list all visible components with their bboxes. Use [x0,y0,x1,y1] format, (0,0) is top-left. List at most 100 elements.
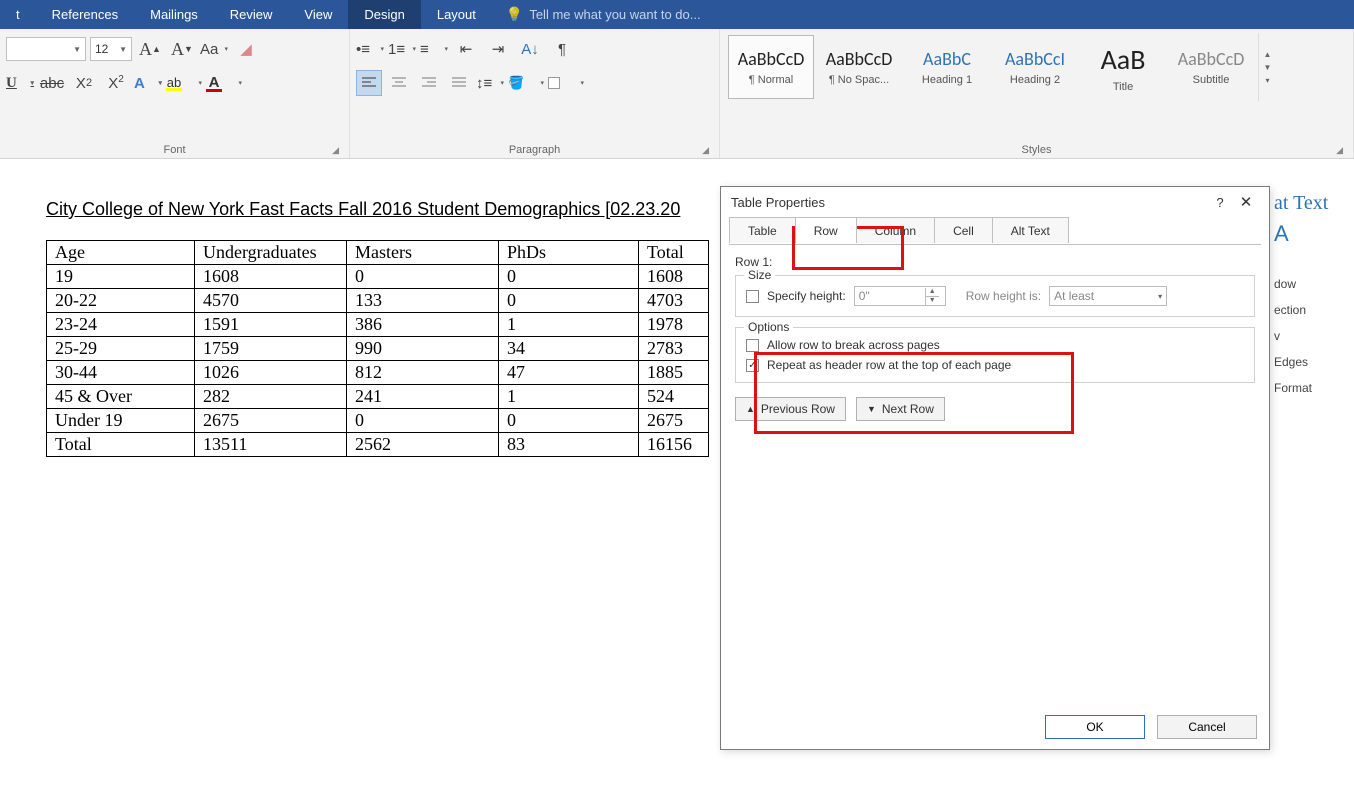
styles-gallery[interactable]: AaBbCcD¶ Normal AaBbCcD¶ No Spac... AaBb… [726,33,1256,101]
table-cell[interactable]: 0 [499,265,639,289]
table-row[interactable]: 30-441026812471885 [47,361,709,385]
pane-item[interactable]: Format [1274,375,1354,401]
increase-indent-button[interactable]: ⇥ [484,35,512,63]
cancel-button[interactable]: Cancel [1157,715,1257,739]
ribbon-tab-cut[interactable]: t [0,0,36,29]
table-cell[interactable]: 4570 [195,289,347,313]
styles-gallery-more[interactable]: ▲▼▾ [1258,33,1276,101]
strikethrough-button[interactable]: abc [38,69,66,97]
style-no-spacing[interactable]: AaBbCcD¶ No Spac... [816,35,902,99]
ok-button[interactable]: OK [1045,715,1145,739]
table-row[interactable]: 25-291759990342783 [47,337,709,361]
subscript-button[interactable]: X2 [70,69,98,97]
table-cell[interactable]: Total [47,433,195,457]
ribbon-tab-design[interactable]: Design [348,0,420,29]
pane-item[interactable]: dow [1274,271,1354,297]
tell-me-search[interactable]: 💡 Tell me what you want to do... [492,6,701,23]
dialog-tab-table[interactable]: Table [729,217,796,243]
align-left-button[interactable] [356,70,382,96]
style-normal[interactable]: AaBbCcD¶ Normal [728,35,814,99]
table-cell[interactable]: 1 [499,385,639,409]
clear-format-icon[interactable]: ◢ [232,35,260,63]
height-input[interactable]: ▲▼ [854,286,946,306]
ribbon-tab-references[interactable]: References [36,0,134,29]
decrease-indent-button[interactable]: ⇤ [452,35,480,63]
table-row[interactable]: 20-22457013304703 [47,289,709,313]
table-header-cell[interactable]: PhDs [499,241,639,265]
table-cell[interactable]: 20-22 [47,289,195,313]
table-row[interactable]: 45 & Over2822411524 [47,385,709,409]
sort-button[interactable]: A↓ [516,35,544,63]
specify-height-checkbox[interactable] [746,290,759,303]
table-cell[interactable]: 0 [499,289,639,313]
table-cell[interactable]: 524 [639,385,709,409]
grow-font-icon[interactable]: A▲ [136,35,164,63]
table-header-cell[interactable]: Masters [347,241,499,265]
style-subtitle[interactable]: AaBbCcDSubtitle [1168,35,1254,99]
table-cell[interactable]: 25-29 [47,337,195,361]
borders-button[interactable]: ▾ [548,77,584,89]
ribbon-tab-mailings[interactable]: Mailings [134,0,214,29]
pane-item[interactable]: ection [1274,297,1354,323]
font-color-button[interactable]: A▾ [206,74,242,92]
spin-up-icon[interactable]: ▲ [925,288,939,297]
table-cell[interactable]: 19 [47,265,195,289]
table-cell[interactable]: 1591 [195,313,347,337]
height-spinner[interactable]: ▲▼ [925,288,939,305]
table-cell[interactable]: 1608 [195,265,347,289]
table-cell[interactable]: 47 [499,361,639,385]
table-row[interactable]: 23-24159138611978 [47,313,709,337]
text-effects-icon[interactable]: A▾ [134,69,162,97]
data-table[interactable]: Age Undergraduates Masters PhDs Total 19… [46,240,709,457]
style-title[interactable]: AaBTitle [1080,35,1166,99]
style-heading-2[interactable]: AaBbCcIHeading 2 [992,35,1078,99]
ribbon-tab-view[interactable]: View [288,0,348,29]
table-header-row[interactable]: Age Undergraduates Masters PhDs Total [47,241,709,265]
shading-button[interactable]: 🪣▾ [508,75,544,91]
ribbon-tab-review[interactable]: Review [214,0,289,29]
superscript-button[interactable]: X2 [102,69,130,97]
highlight-color-button[interactable]: ab▾ [166,75,202,91]
table-cell[interactable]: 990 [347,337,499,361]
row-height-mode-combo[interactable]: At least▾ [1049,286,1167,306]
table-cell[interactable]: 4703 [639,289,709,313]
previous-row-button[interactable]: ▲Previous Row [735,397,846,421]
table-cell[interactable]: 241 [347,385,499,409]
pane-item[interactable]: Edges [1274,349,1354,375]
table-cell[interactable]: 0 [347,265,499,289]
table-cell[interactable]: 13511 [195,433,347,457]
table-cell[interactable]: 45 & Over [47,385,195,409]
table-header-cell[interactable]: Total [639,241,709,265]
table-cell[interactable]: 0 [499,409,639,433]
table-cell[interactable]: 2675 [639,409,709,433]
table-cell[interactable]: 34 [499,337,639,361]
dialog-close-button[interactable]: ✕ [1233,193,1259,211]
height-value[interactable] [855,289,925,303]
table-row[interactable]: Under 192675002675 [47,409,709,433]
numbering-button[interactable]: 1≡▾ [388,35,416,63]
dialog-help-button[interactable]: ? [1207,195,1233,210]
show-marks-button[interactable]: ¶ [548,35,576,63]
change-case-icon[interactable]: Aa▾ [200,35,228,63]
table-row[interactable]: 191608001608 [47,265,709,289]
table-cell[interactable]: 1 [499,313,639,337]
table-row[interactable]: Total1351125628316156 [47,433,709,457]
table-cell[interactable]: 812 [347,361,499,385]
table-cell[interactable]: 83 [499,433,639,457]
table-cell[interactable]: 2562 [347,433,499,457]
dialog-tab-alt-text[interactable]: Alt Text [992,217,1069,243]
justify-button[interactable] [446,70,472,96]
align-center-button[interactable] [386,70,412,96]
allow-break-checkbox[interactable] [746,339,759,352]
table-cell[interactable]: 1026 [195,361,347,385]
multilevel-list-button[interactable]: ≡▾ [420,35,448,63]
table-cell[interactable]: 1759 [195,337,347,361]
table-cell[interactable]: 16156 [639,433,709,457]
table-cell[interactable]: 2783 [639,337,709,361]
table-cell[interactable]: 0 [347,409,499,433]
table-cell[interactable]: 282 [195,385,347,409]
dialog-tab-column[interactable]: Column [856,217,935,243]
table-cell[interactable]: 30-44 [47,361,195,385]
table-cell[interactable]: 133 [347,289,499,313]
spin-down-icon[interactable]: ▼ [925,297,939,305]
